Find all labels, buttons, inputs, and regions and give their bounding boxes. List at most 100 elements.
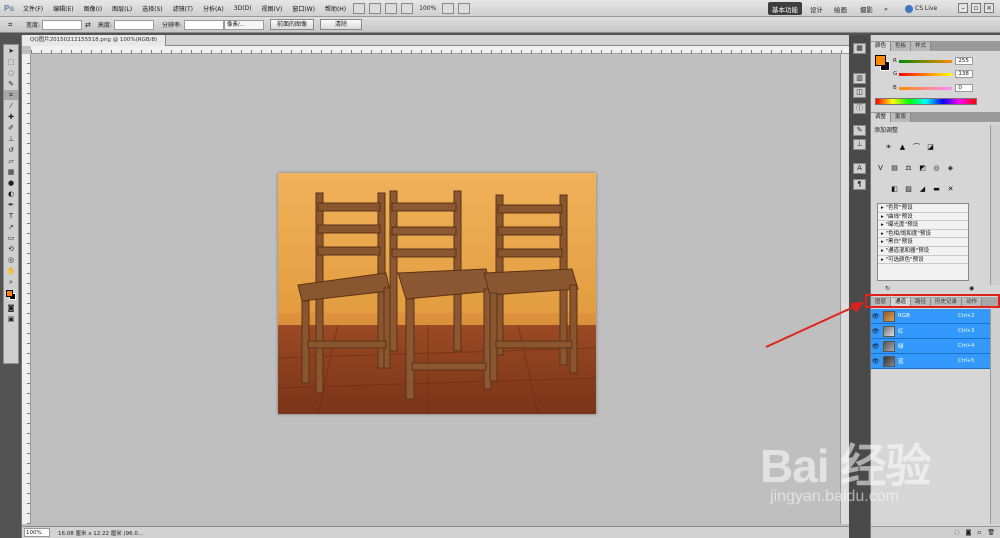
menu-select[interactable]: 选择(S) bbox=[137, 4, 168, 13]
height-field[interactable] bbox=[113, 19, 154, 30]
curves-icon[interactable]: ⌒ bbox=[911, 142, 922, 152]
brightness-contrast-icon[interactable]: ☀ bbox=[883, 142, 894, 152]
color-swatches[interactable] bbox=[4, 288, 18, 302]
load-selection-icon[interactable]: ◌ bbox=[954, 529, 959, 536]
color-balance-icon[interactable]: ⚖ bbox=[903, 163, 914, 173]
selective-color-icon[interactable]: ✕ bbox=[945, 184, 956, 194]
channel-mixer-icon[interactable]: ◈ bbox=[945, 163, 956, 173]
tab-paths[interactable]: 路径 bbox=[911, 298, 932, 307]
menu-image[interactable]: 图像(I) bbox=[79, 4, 107, 13]
invert-icon[interactable]: ◧ bbox=[889, 184, 900, 194]
3d-rotate-icon[interactable]: ⟲ bbox=[4, 244, 18, 254]
hand-tool-icon[interactable]: ✋ bbox=[4, 266, 18, 276]
info-dock-icon[interactable]: ⓘ bbox=[853, 103, 866, 114]
resolution-field[interactable] bbox=[183, 19, 224, 30]
horizontal-ruler[interactable] bbox=[31, 46, 850, 54]
channel-row-green[interactable]: 👁 绿 Ctrl+4 bbox=[871, 339, 991, 354]
menu-filter[interactable]: 滤镜(T) bbox=[168, 4, 198, 13]
exposure-icon[interactable]: ◪ bbox=[925, 142, 936, 152]
foreground-color[interactable] bbox=[6, 290, 13, 297]
type-tool-icon[interactable]: T bbox=[4, 211, 18, 221]
workspace-more[interactable]: » bbox=[880, 2, 892, 15]
tab-styles[interactable]: 样式 bbox=[911, 42, 932, 51]
marquee-tool-icon[interactable]: ⬚ bbox=[4, 57, 18, 67]
menu-help[interactable]: 帮助(H) bbox=[320, 4, 351, 13]
3d-orbit-icon[interactable]: ◎ bbox=[4, 255, 18, 265]
paragraph-dock-icon[interactable]: ¶ bbox=[853, 179, 866, 190]
clone-source-dock-icon[interactable]: ⊥ bbox=[853, 139, 866, 150]
threshold-icon[interactable]: ◢ bbox=[917, 184, 928, 194]
swap-icon[interactable]: ⇄ bbox=[85, 21, 91, 29]
tab-channels[interactable]: 通道 bbox=[891, 298, 912, 307]
red-slider[interactable] bbox=[898, 59, 953, 63]
preset-exposure[interactable]: ▸ "曝光度"预设 bbox=[878, 221, 968, 230]
menu-window[interactable]: 窗口(W) bbox=[287, 4, 320, 13]
zoom-level[interactable]: 100% bbox=[419, 5, 436, 12]
channel-row-blue[interactable]: 👁 蓝 Ctrl+5 bbox=[871, 354, 991, 369]
color-spectrum-bar[interactable] bbox=[875, 98, 977, 105]
path-select-icon[interactable]: ➚ bbox=[4, 222, 18, 232]
width-field[interactable] bbox=[42, 19, 83, 30]
delete-channel-icon[interactable]: 🗑 bbox=[987, 529, 995, 536]
eye-icon[interactable]: 👁 bbox=[871, 328, 880, 335]
canvas-image[interactable] bbox=[278, 173, 596, 414]
histogram-dock-icon[interactable]: ▥ bbox=[853, 73, 866, 84]
pen-tool-icon[interactable]: ✒ bbox=[4, 200, 18, 210]
menu-edit[interactable]: 编辑(E) bbox=[48, 4, 78, 13]
tab-swatches[interactable]: 色板 bbox=[891, 42, 912, 51]
preset-curves[interactable]: ▸ "曲线"预设 bbox=[878, 213, 968, 222]
channel-row-rgb[interactable]: 👁 RGB Ctrl+2 bbox=[871, 309, 991, 324]
quick-select-tool-icon[interactable]: ✎ bbox=[4, 79, 18, 89]
zoom-tool-icon[interactable]: ⌕ bbox=[4, 277, 18, 287]
resolution-unit-select[interactable]: 像素/... bbox=[223, 19, 264, 30]
tab-history[interactable]: 历史记录 bbox=[931, 298, 963, 307]
green-slider[interactable] bbox=[898, 72, 953, 76]
hue-saturation-icon[interactable]: ▤ bbox=[889, 163, 900, 173]
dodge-tool-icon[interactable]: ◐ bbox=[4, 189, 18, 199]
brush-preset-dock-icon[interactable]: ✎ bbox=[853, 125, 866, 136]
quick-mask-icon[interactable]: ◙ bbox=[4, 303, 18, 313]
minibridge-icon[interactable] bbox=[369, 2, 382, 14]
clip-layer-icon[interactable]: ◉ bbox=[969, 285, 974, 292]
eyedropper-tool-icon[interactable]: ⁄ bbox=[4, 101, 18, 111]
black-white-icon[interactable]: ◩ bbox=[917, 163, 928, 173]
preset-black-white[interactable]: ▸ "黑白"预设 bbox=[878, 238, 968, 247]
healing-brush-icon[interactable]: ✚ bbox=[4, 112, 18, 122]
eye-icon[interactable]: 👁 bbox=[871, 343, 880, 350]
eraser-tool-icon[interactable]: ▱ bbox=[4, 156, 18, 166]
screen-mode-icon[interactable]: ▣ bbox=[4, 314, 18, 324]
preset-channel-mixer[interactable]: ▸ "通道混和器"预设 bbox=[878, 247, 968, 256]
vertical-ruler[interactable] bbox=[22, 54, 31, 524]
blur-tool-icon[interactable]: ● bbox=[4, 178, 18, 188]
eye-icon[interactable]: 👁 bbox=[871, 358, 880, 365]
workspace-photography[interactable]: 摄影 bbox=[856, 2, 877, 15]
move-tool-icon[interactable]: ➤ bbox=[4, 46, 18, 56]
close-icon[interactable]: × bbox=[984, 3, 994, 13]
tab-actions[interactable]: 动作 bbox=[962, 298, 983, 307]
minimize-icon[interactable]: – bbox=[958, 3, 968, 13]
arrange-documents-icon[interactable] bbox=[442, 2, 455, 14]
navigator-dock-icon[interactable]: ◫ bbox=[853, 87, 866, 98]
green-slider-row[interactable]: G 138 bbox=[893, 70, 973, 78]
crop-tool-icon[interactable]: ⌗ bbox=[4, 90, 18, 100]
blue-value[interactable]: 0 bbox=[955, 84, 973, 92]
levels-icon[interactable]: ▲ bbox=[897, 142, 908, 152]
gradient-tool-icon[interactable]: ▦ bbox=[4, 167, 18, 177]
swatches-dock-icon[interactable]: ▦ bbox=[853, 43, 866, 54]
blue-slider[interactable] bbox=[898, 86, 953, 90]
bridge-icon[interactable] bbox=[353, 2, 366, 14]
green-value[interactable]: 138 bbox=[955, 70, 973, 78]
new-channel-icon[interactable]: ▫ bbox=[977, 529, 981, 536]
color-panel-fg-swatch[interactable] bbox=[875, 55, 886, 66]
front-image-button[interactable]: 前面的图像 bbox=[269, 19, 314, 30]
extras-icon[interactable] bbox=[385, 2, 398, 14]
menu-3d[interactable]: 3D(D) bbox=[229, 5, 257, 12]
shape-tool-icon[interactable]: ▭ bbox=[4, 233, 18, 243]
menu-analysis[interactable]: 分析(A) bbox=[198, 4, 229, 13]
tab-color[interactable]: 颜色 bbox=[871, 42, 892, 51]
red-slider-row[interactable]: R 255 bbox=[893, 57, 973, 65]
preset-levels[interactable]: ▸ "色阶"预设 bbox=[878, 204, 968, 213]
photo-filter-icon[interactable]: ◎ bbox=[931, 163, 942, 173]
workspace-essentials[interactable]: 基本功能 bbox=[768, 2, 802, 15]
clear-button[interactable]: 清除 bbox=[319, 19, 362, 30]
